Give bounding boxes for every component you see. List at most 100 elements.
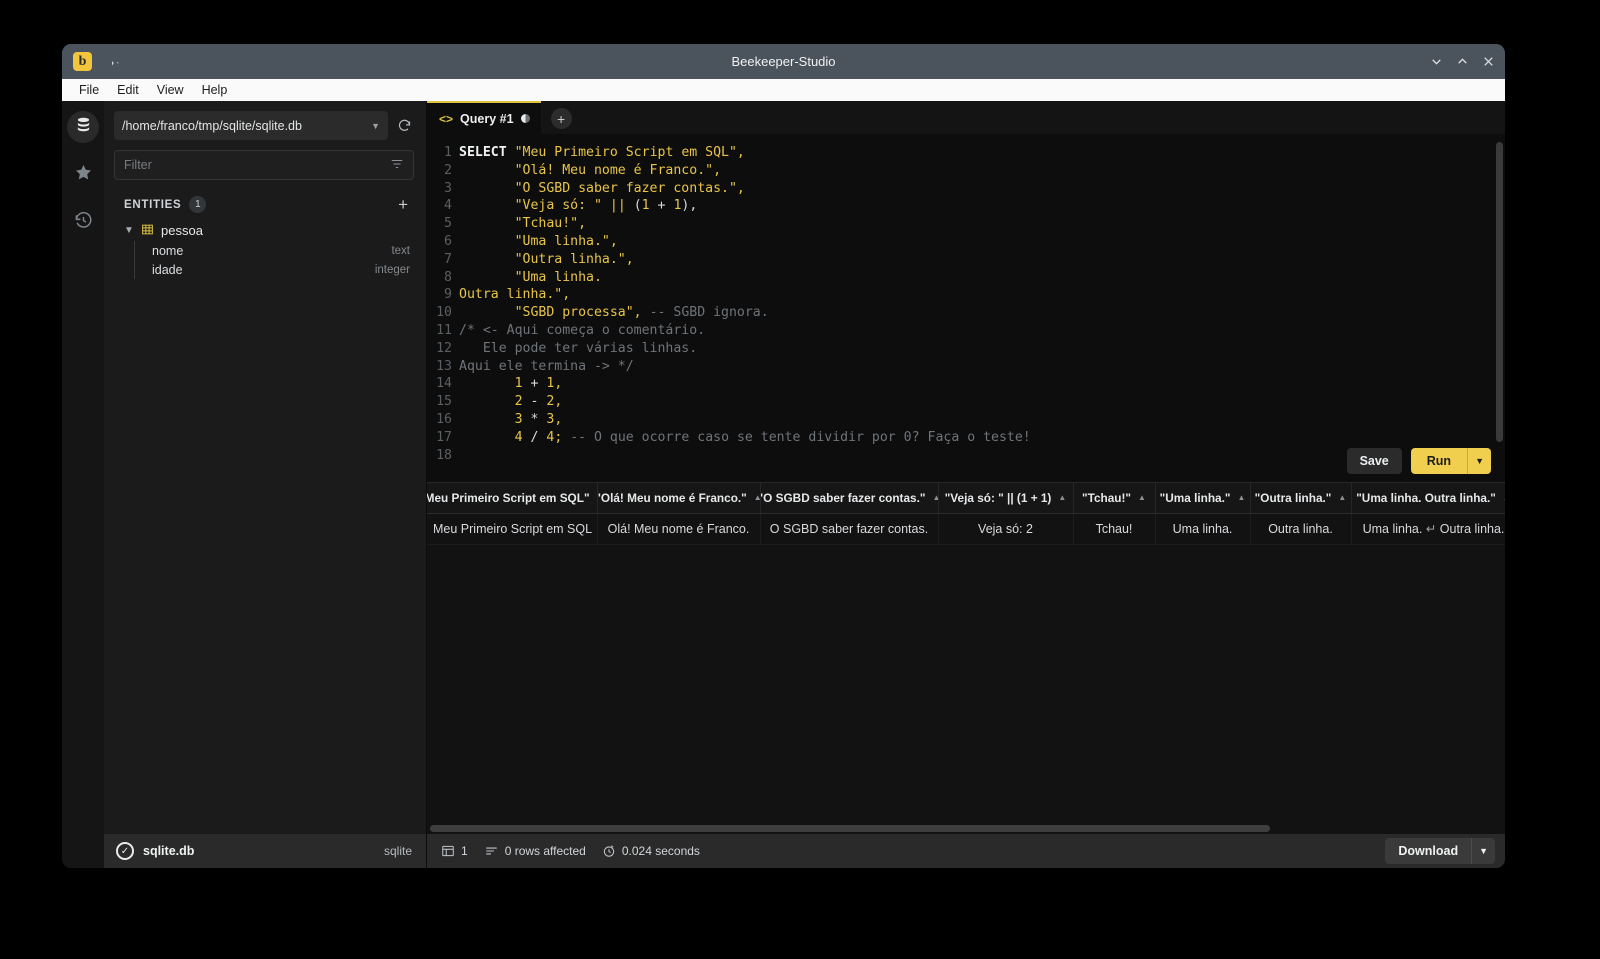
- line-content[interactable]: Aqui ele termina -> */: [459, 358, 634, 376]
- results-column-header[interactable]: "Tchau!" ▲: [1073, 483, 1156, 514]
- sort-asc-icon[interactable]: ▲: [932, 493, 937, 502]
- results-column-header[interactable]: "Olá! Meu nome é Franco." ▲: [597, 483, 761, 514]
- editor-vertical-scrollbar[interactable]: [1496, 142, 1503, 442]
- sort-asc-icon[interactable]: ▲: [1237, 493, 1245, 502]
- line-content[interactable]: 1 + 1,: [459, 375, 563, 393]
- tab-query-1[interactable]: <> Query #1: [427, 101, 541, 134]
- line-content[interactable]: "O SGBD saber fazer contas.",: [459, 180, 745, 198]
- sort-asc-icon[interactable]: ▲: [1503, 493, 1505, 502]
- line-number: 15: [436, 394, 452, 410]
- line-content[interactable]: 3 * 3,: [459, 411, 563, 429]
- menu-item-edit[interactable]: Edit: [110, 81, 146, 99]
- sql-editor-area[interactable]: 1 SELECT "Meu Primeiro Script em SQL", 2 "…: [427, 134, 1505, 482]
- run-options-caret-icon[interactable]: ▼: [1467, 448, 1491, 474]
- run-button-group: Run ▼: [1410, 448, 1491, 474]
- sort-asc-icon[interactable]: ▲: [1138, 493, 1146, 502]
- editor-line: 10 "SGBD processa", -- SGBD ignora.: [427, 304, 1505, 322]
- line-content[interactable]: /* <- Aqui começa o comentário.: [459, 322, 705, 340]
- line-content[interactable]: "Outra linha.",: [459, 251, 634, 269]
- results-column-header[interactable]: "O SGBD saber fazer contas." ▲: [760, 483, 939, 514]
- editor-line: 7 "Outra linha.",: [427, 251, 1505, 269]
- table-cell[interactable]: Olá! Meu nome é Franco.: [597, 513, 761, 545]
- column-header-label: "Outra linha.": [1254, 490, 1332, 505]
- tree-table-pessoa[interactable]: ▼ pessoa: [124, 219, 426, 241]
- close-button[interactable]: [1475, 49, 1501, 75]
- filter-box[interactable]: [114, 150, 414, 180]
- download-options-caret-icon[interactable]: ▼: [1471, 838, 1495, 864]
- tree-table-label: pessoa: [161, 222, 203, 238]
- results-column-header[interactable]: "Uma linha." ▲: [1155, 483, 1251, 514]
- line-content[interactable]: 4 / 4; -- O que ocorre caso se tente div…: [459, 429, 1031, 447]
- tree-column-idade[interactable]: idade integer: [152, 260, 426, 279]
- table-icon: [141, 223, 154, 238]
- unsaved-indicator-icon[interactable]: [520, 114, 530, 123]
- connected-db-name: sqlite.db: [143, 844, 195, 858]
- download-button-group: Download ▼: [1385, 838, 1495, 864]
- filter-input[interactable]: [124, 158, 390, 172]
- column-header-label: "Veja só: " || (1 + 1): [944, 490, 1052, 505]
- table-cell[interactable]: Uma linha. ↵ Outra linha.: [1351, 513, 1505, 545]
- rail-history-button[interactable]: [67, 207, 99, 239]
- line-content[interactable]: "Uma linha.: [459, 269, 602, 287]
- save-button[interactable]: Save: [1346, 448, 1402, 474]
- table-row[interactable]: Meu Primeiro Script em SQL Olá! Meu nome …: [427, 513, 1505, 545]
- line-content[interactable]: "Olá! Meu nome é Franco.",: [459, 162, 721, 180]
- sort-asc-icon[interactable]: ▲: [1338, 493, 1346, 502]
- table-cell[interactable]: Uma linha.: [1155, 513, 1251, 545]
- menu-item-view[interactable]: View: [150, 81, 191, 99]
- results-column-header[interactable]: "Veja só: " || (1 + 1) ▲: [938, 483, 1074, 514]
- line-content[interactable]: Ele pode ter várias linhas.: [459, 340, 697, 358]
- run-button[interactable]: Run: [1410, 448, 1468, 474]
- sort-asc-icon[interactable]: ▲: [1058, 493, 1066, 502]
- status-duration-value: 0.024 seconds: [621, 844, 700, 858]
- menu-item-file[interactable]: File: [72, 81, 106, 99]
- results-body: Meu Primeiro Script em SQL Olá! Meu nome …: [427, 513, 1505, 545]
- table-cell[interactable]: Veja só: 2: [938, 513, 1074, 545]
- line-content[interactable]: SELECT "Meu Primeiro Script em SQL",: [459, 144, 745, 162]
- refresh-icon[interactable]: [394, 115, 414, 137]
- table-result-icon: [441, 844, 455, 858]
- line-content[interactable]: Outra linha.",: [459, 286, 570, 304]
- table-cell[interactable]: Tchau!: [1073, 513, 1156, 545]
- minimize-button[interactable]: [1423, 49, 1449, 75]
- chevron-down-icon[interactable]: ▼: [124, 225, 134, 236]
- status-result-count-value: 1: [461, 844, 468, 858]
- results-horizontal-scrollbar[interactable]: [427, 823, 1505, 834]
- editor-line: 9 Outra linha.",: [427, 286, 1505, 304]
- results-column-header[interactable]: "Uma linha. Outra linha." ▲: [1351, 483, 1505, 514]
- history-icon: [74, 211, 93, 235]
- results-column-header[interactable]: "Outra linha." ▲: [1250, 483, 1352, 514]
- column-name: nome: [152, 243, 184, 258]
- line-content[interactable]: "Veja só: " || (1 + 1),: [459, 197, 698, 215]
- connection-path-select[interactable]: /home/franco/tmp/sqlite/sqlite.db ▼: [114, 111, 388, 140]
- filter-icon[interactable]: [390, 157, 404, 174]
- table-cell[interactable]: Meu Primeiro Script em SQL: [427, 513, 598, 545]
- results-column-header[interactable]: "Meu Primeiro Script em SQL"▲: [427, 483, 598, 514]
- line-number: 4: [444, 198, 452, 214]
- line-content[interactable]: "SGBD processa", -- SGBD ignora.: [459, 304, 769, 322]
- results-hscroll-thumb[interactable]: [430, 825, 1270, 832]
- results-scroll-area[interactable]: "Meu Primeiro Script em SQL"▲"Olá! Meu n…: [427, 483, 1505, 823]
- sort-asc-icon[interactable]: ▲: [754, 493, 759, 502]
- tree-column-nome[interactable]: nome text: [152, 241, 426, 260]
- line-content[interactable]: 2 - 2,: [459, 393, 563, 411]
- entities-label: ENTITIES: [124, 198, 182, 211]
- menu-item-help[interactable]: Help: [195, 81, 235, 99]
- editor-line: 12 Ele pode ter várias linhas.: [427, 340, 1505, 358]
- new-tab-button[interactable]: +: [550, 108, 572, 129]
- table-cell[interactable]: O SGBD saber fazer contas.: [760, 513, 939, 545]
- rail-favorites-button[interactable]: [67, 159, 99, 191]
- editor-line: 11 /* <- Aqui começa o comentário.: [427, 322, 1505, 340]
- table-cell[interactable]: Outra linha.: [1250, 513, 1352, 545]
- line-content[interactable]: "Tchau!",: [459, 215, 586, 233]
- line-content[interactable]: "Uma linha.",: [459, 233, 618, 251]
- editor-line: 5 "Tchau!",: [427, 215, 1505, 233]
- sql-editor[interactable]: 1 SELECT "Meu Primeiro Script em SQL", 2 "…: [427, 134, 1505, 464]
- download-button[interactable]: Download: [1385, 838, 1472, 864]
- column-header-label: "O SGBD saber fazer contas.": [760, 490, 926, 505]
- editor-line: 8 "Uma linha.: [427, 269, 1505, 287]
- maximize-button[interactable]: [1449, 49, 1475, 75]
- add-entity-button[interactable]: +: [398, 196, 412, 213]
- pin-icon[interactable]: [102, 51, 122, 72]
- rail-database-button[interactable]: [67, 111, 99, 143]
